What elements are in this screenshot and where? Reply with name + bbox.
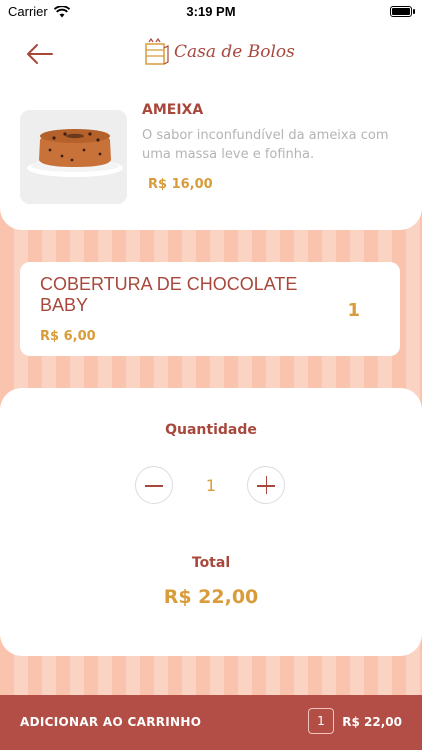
cart-count-badge: 1 [308,708,334,734]
add-to-cart-button[interactable]: ADICIONAR AO CARRINHO 1 R$ 22,00 [0,695,422,750]
total-value: R$ 22,00 [163,586,259,608]
status-bar: Carrier 3:19 PM [0,0,422,24]
addon-price: R$ 6,00 [40,329,96,344]
total-label: Total [191,555,231,571]
logo-text: Casa de Bolos [174,42,295,62]
addon-item[interactable]: COBERTURA DE CHOCOLATE BABY R$ 6,00 1 [20,262,400,356]
battery-icon [390,6,415,17]
cake-logo-icon [145,38,169,65]
decrease-quantity-button[interactable] [135,466,173,504]
addon-count: 1 [347,300,360,321]
quantity-card: Quantidade 1 Total R$ 22,00 [0,388,422,656]
product-card: Casa de Bolos AMEIXA O sabor inconfundív… [0,24,422,230]
cake-image [20,110,127,204]
addon-name: COBERTURA DE CHOCOLATE BABY [40,274,298,315]
product-price: R$ 16,00 [148,177,213,192]
quantity-value: 1 [205,476,217,495]
quantity-label: Quantidade [165,422,257,438]
product-image [20,110,127,204]
status-time: 3:19 PM [186,4,236,19]
logo: Casa de Bolos [144,38,295,66]
product-name: AMEIXA [142,102,204,118]
arrow-left-icon [27,44,53,64]
product-description: O sabor inconfundível da ameixa com uma … [142,128,389,162]
back-button[interactable] [24,40,56,68]
add-to-cart-label: ADICIONAR AO CARRINHO [20,715,202,729]
increase-quantity-button[interactable] [247,466,285,504]
cart-total: R$ 22,00 [342,715,402,729]
